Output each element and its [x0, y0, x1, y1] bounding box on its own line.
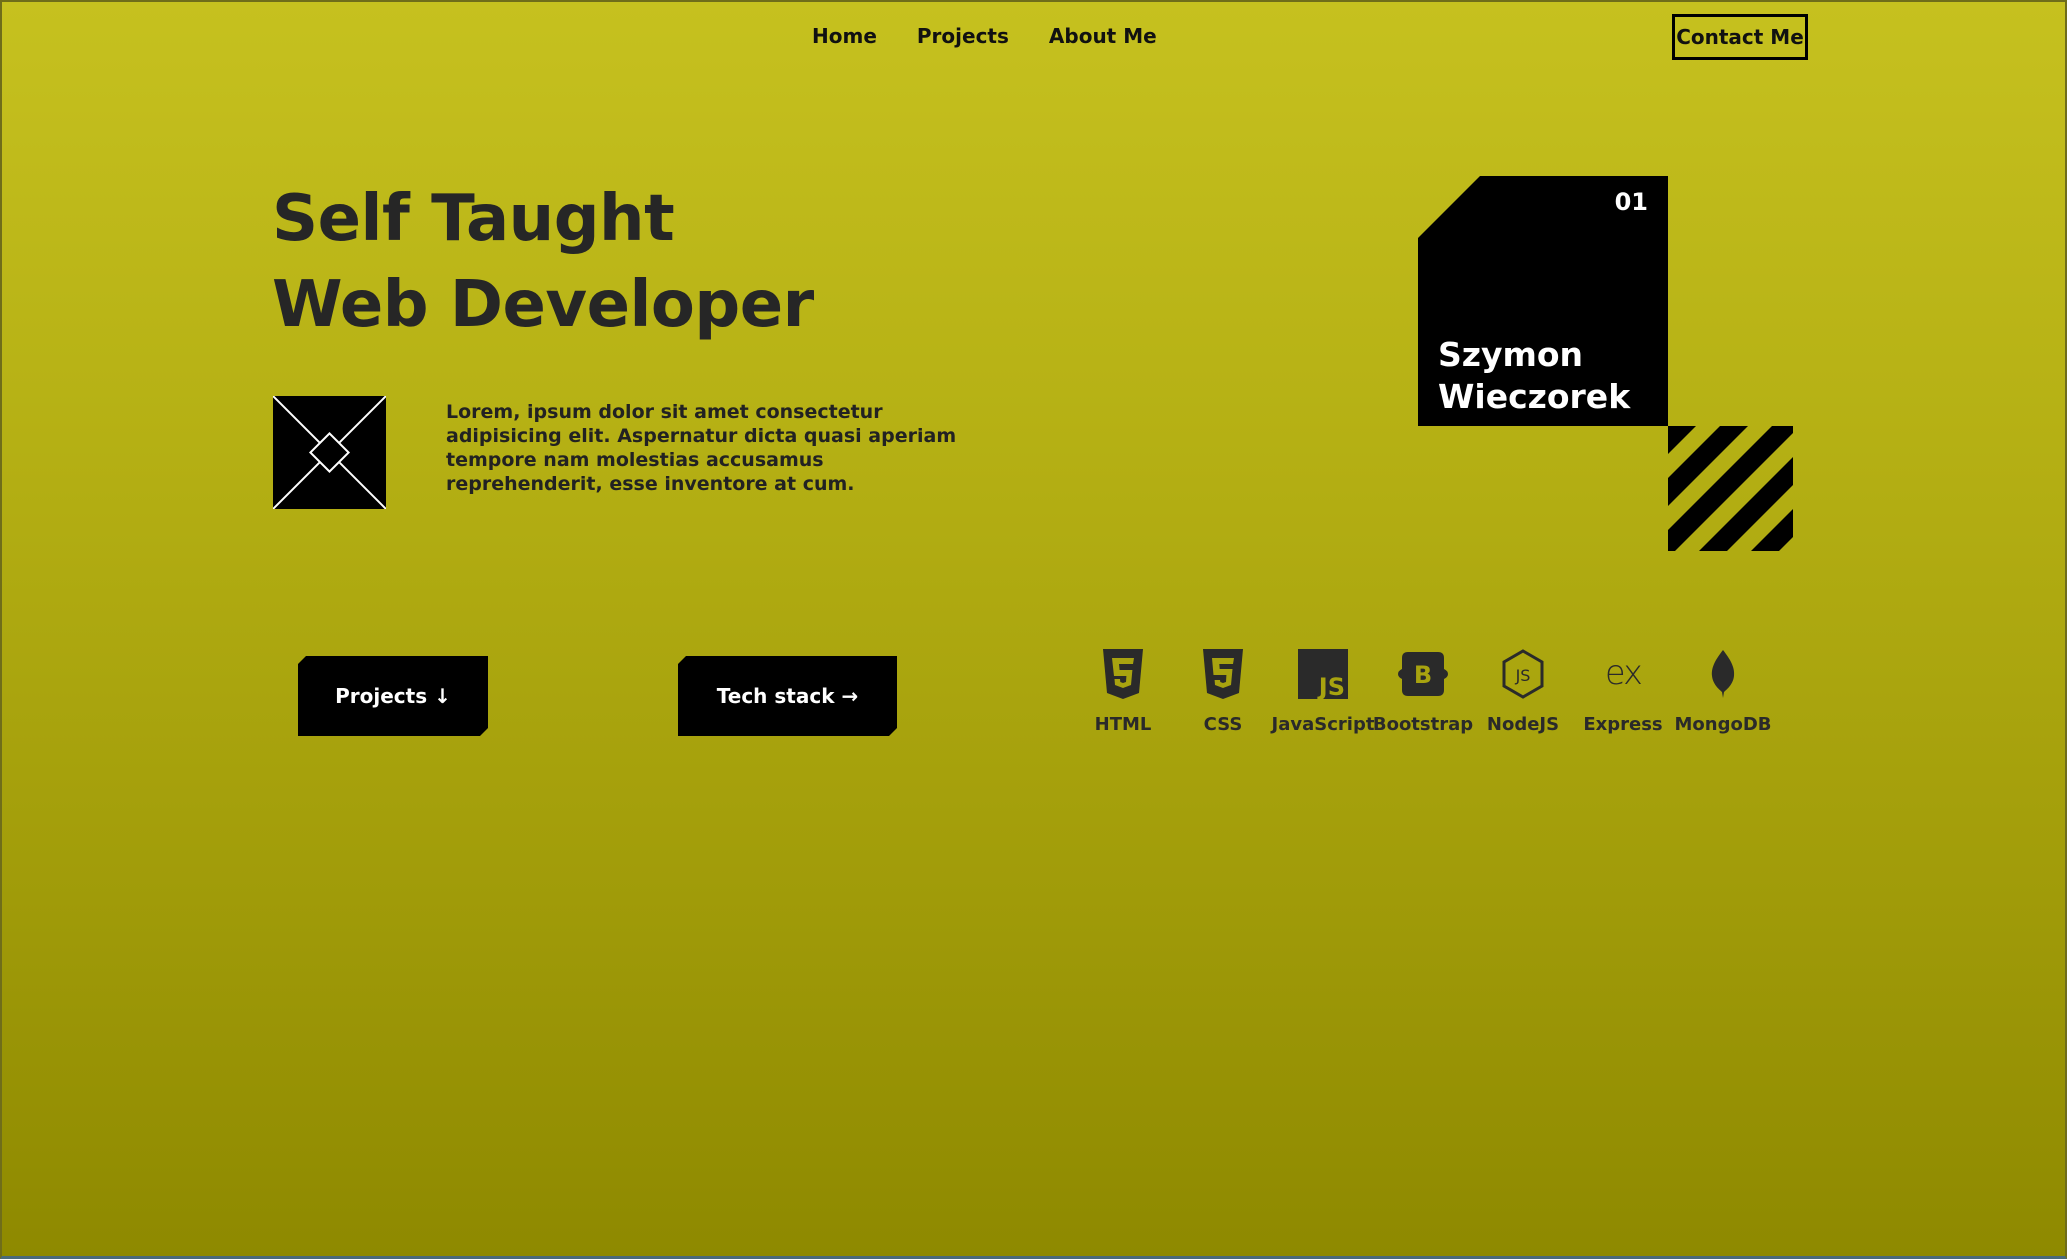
card-name: Szymon Wieczorek — [1438, 334, 1630, 418]
tech-label-nodejs: NodeJS — [1486, 714, 1560, 735]
tech-item-nodejs: JS NodeJS — [1473, 648, 1573, 735]
css3-icon — [1197, 648, 1249, 700]
tech-label-express: Express — [1583, 714, 1663, 735]
striped-decoration — [1668, 426, 1793, 551]
bootstrap-icon: B — [1397, 648, 1449, 700]
tech-stack-button-label: Tech stack → — [716, 684, 859, 708]
nav-about-link[interactable]: About Me — [1049, 24, 1157, 48]
tech-item-express: ex Express — [1573, 648, 1673, 735]
contact-me-button[interactable]: Contact Me — [1672, 14, 1808, 60]
name-card: 01 Szymon Wieczorek — [1418, 176, 1668, 426]
mongodb-icon — [1697, 648, 1749, 700]
hero-title-line-1: Self Taught — [272, 182, 675, 256]
tech-item-bootstrap: B Bootstrap — [1373, 648, 1473, 735]
tech-label-css: CSS — [1203, 714, 1243, 735]
hero-title: Self Taught Web Developer — [272, 176, 814, 348]
card-number: 01 — [1614, 188, 1648, 216]
diamond-cross-logo-icon — [273, 396, 386, 509]
main-nav: Home Projects About Me — [812, 24, 1157, 48]
tech-stack-list: HTML CSS JS JavaScript B Bootstrap JS No… — [1073, 648, 1773, 735]
tech-item-mongodb: MongoDB — [1673, 648, 1773, 735]
projects-button-label: Projects ↓ — [335, 684, 451, 708]
tech-item-html: HTML — [1073, 648, 1173, 735]
nodejs-icon: JS — [1497, 648, 1549, 700]
tech-item-css: CSS — [1173, 648, 1273, 735]
javascript-icon: JS — [1297, 648, 1349, 700]
nav-home-link[interactable]: Home — [812, 24, 877, 48]
hero-title-line-2: Web Developer — [272, 268, 814, 342]
hero-description: Lorem, ipsum dolor sit amet consectetur … — [446, 401, 957, 495]
tech-label-html: HTML — [1094, 714, 1152, 735]
tech-label-bootstrap: Bootstrap — [1372, 714, 1474, 735]
svg-text:JS: JS — [1515, 666, 1531, 685]
nav-projects-link[interactable]: Projects — [917, 24, 1009, 48]
svg-text:ex: ex — [1605, 654, 1641, 692]
tech-stack-button[interactable]: Tech stack → — [678, 656, 897, 736]
html5-icon — [1097, 648, 1149, 700]
tech-label-javascript: JavaScript — [1271, 714, 1375, 735]
tech-label-mongodb: MongoDB — [1674, 714, 1772, 735]
card-last-name: Wieczorek — [1438, 377, 1631, 416]
svg-text:B: B — [1414, 661, 1432, 689]
svg-text:JS: JS — [1317, 673, 1345, 699]
card-first-name: Szymon — [1438, 335, 1584, 374]
express-icon: ex — [1597, 648, 1649, 700]
projects-button[interactable]: Projects ↓ — [298, 656, 488, 736]
tech-item-javascript: JS JavaScript — [1271, 648, 1375, 735]
